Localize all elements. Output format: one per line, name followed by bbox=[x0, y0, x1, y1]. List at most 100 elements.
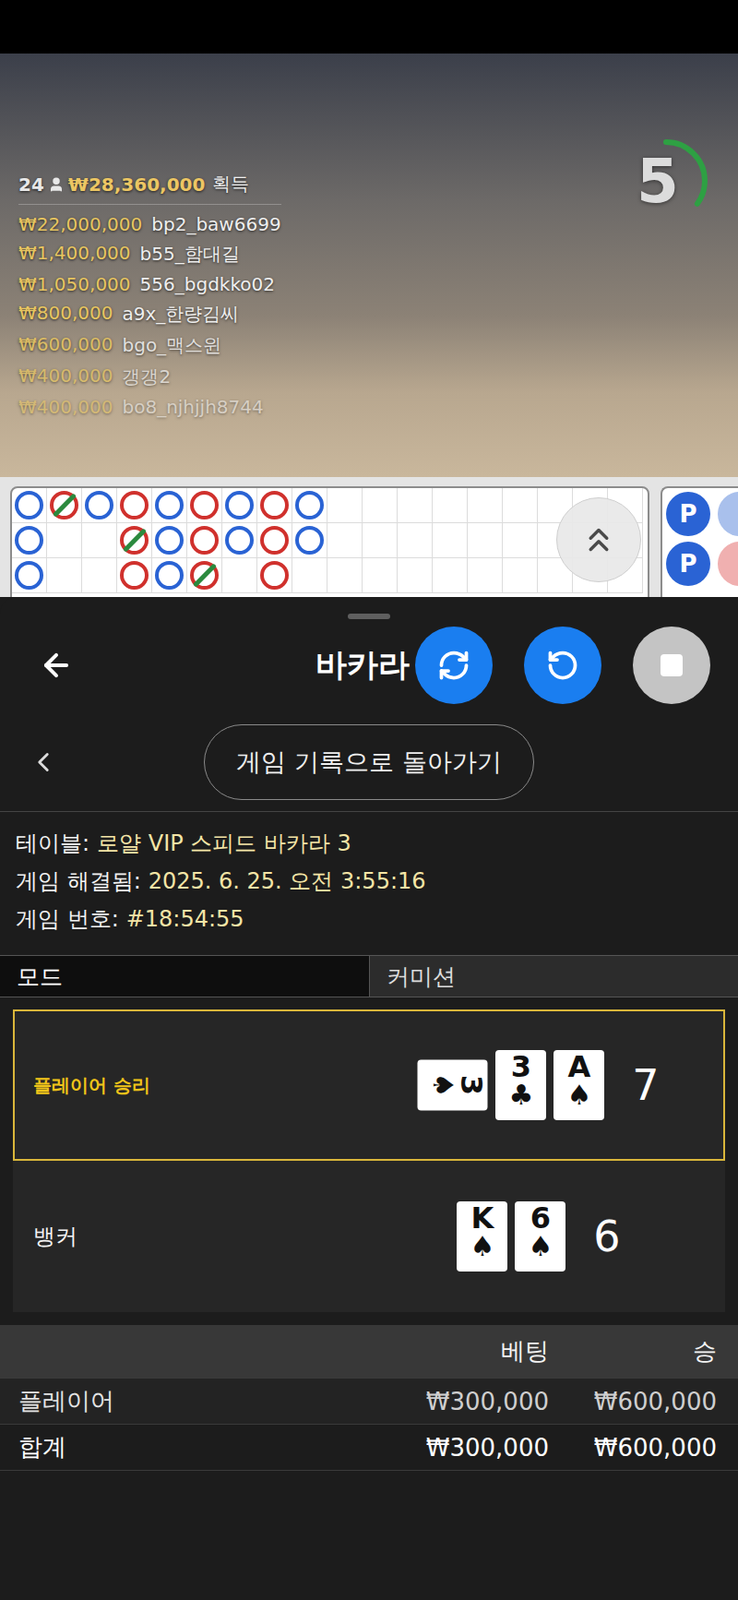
win-amount: ₩600,000 bbox=[548, 1387, 717, 1416]
back-to-history-button[interactable]: 게임 기록으로 돌아가기 bbox=[203, 724, 534, 800]
sheet-header: 바카라 bbox=[0, 624, 738, 706]
expand-button[interactable] bbox=[556, 497, 642, 583]
bead-marker bbox=[14, 490, 44, 520]
winner-name: 갱갱2 bbox=[121, 364, 171, 390]
bead-marker bbox=[225, 490, 254, 520]
side-road-dot: P bbox=[666, 541, 711, 586]
bet-name: 합계 bbox=[18, 1430, 365, 1464]
bead-cell bbox=[187, 523, 223, 559]
bead-cell bbox=[467, 488, 503, 524]
bead-cell bbox=[292, 558, 328, 594]
bead-cell bbox=[432, 523, 468, 559]
result-card: 플레이어 승리3♠3♣A♠7뱅커K♠6♠6 bbox=[12, 1009, 726, 1312]
playing-card: 3♣ bbox=[495, 1049, 547, 1120]
winner-row: ₩800,000a9x_한량김씨 bbox=[18, 301, 282, 327]
bead-marker bbox=[154, 560, 184, 590]
info-label: 게임 번호: bbox=[15, 905, 120, 932]
bead-cell bbox=[11, 488, 48, 524]
card-rank: 6 bbox=[530, 1202, 551, 1233]
person-icon bbox=[47, 176, 65, 193]
bead-cell bbox=[432, 558, 468, 594]
bead-cell bbox=[502, 488, 538, 524]
replay-button[interactable] bbox=[523, 626, 602, 704]
player-count: 24 bbox=[18, 173, 45, 196]
playing-card: 6♠ bbox=[514, 1201, 566, 1272]
info-label: 게임 해결됨: bbox=[15, 868, 142, 894]
rotate-button[interactable] bbox=[415, 626, 493, 704]
bead-marker bbox=[119, 560, 149, 590]
scoreboard: PP bbox=[0, 476, 738, 597]
back-arrow-icon[interactable] bbox=[38, 647, 74, 683]
bead-marker bbox=[295, 490, 324, 520]
bet-name: 플레이어 bbox=[18, 1384, 365, 1417]
info-value: #18:54:55 bbox=[126, 905, 245, 932]
bead-cell bbox=[82, 488, 118, 524]
bead-cell bbox=[152, 488, 188, 524]
tab[interactable]: 커미션 bbox=[369, 955, 738, 997]
hand-score: 7 bbox=[631, 1059, 659, 1110]
bet-row: 플레이어₩300,000₩600,000 bbox=[0, 1378, 738, 1425]
chevron-left-icon[interactable] bbox=[27, 746, 60, 778]
bead-cell bbox=[502, 523, 538, 559]
countdown-timer: 5 bbox=[619, 134, 713, 227]
cards-row: 3♠3♣A♠ bbox=[417, 1049, 605, 1120]
winner-name: a9x_한량김씨 bbox=[121, 301, 239, 327]
winner-row: ₩22,000,000bp2_baw6699 bbox=[18, 213, 282, 236]
bet-amount: ₩300,000 bbox=[364, 1387, 549, 1416]
playing-card: K♠ bbox=[456, 1201, 508, 1272]
bead-marker bbox=[190, 490, 219, 520]
replay-icon bbox=[546, 648, 580, 682]
hand-cards-group: 3♠3♣A♠7 bbox=[354, 1049, 724, 1120]
sheet-handle[interactable] bbox=[347, 613, 391, 619]
hand-label: 뱅커 bbox=[14, 1221, 355, 1251]
winner-row: ₩400,000bo8_njhjjh8744 bbox=[18, 395, 282, 418]
card-suit: ♠ bbox=[469, 1232, 495, 1261]
playing-card: A♠ bbox=[553, 1049, 605, 1120]
winner-name: bgo_맥스윈 bbox=[121, 333, 222, 358]
side-road: PP bbox=[660, 486, 738, 597]
card-rank: A bbox=[567, 1051, 591, 1082]
bead-marker bbox=[14, 525, 44, 555]
bead-cell bbox=[257, 488, 293, 524]
winner-row: ₩400,000갱갱2 bbox=[18, 364, 282, 390]
winners-overlay: 24 ₩28,360,000 획득 ₩22,000,000bp2_baw6699 ₩1,… bbox=[18, 171, 282, 418]
bead-marker bbox=[190, 525, 219, 555]
bead-cell bbox=[257, 558, 293, 594]
bead-cell bbox=[222, 523, 258, 559]
bead-cell bbox=[47, 558, 83, 594]
bead-cell bbox=[187, 488, 223, 524]
bead-road bbox=[10, 486, 650, 597]
bead-cell bbox=[397, 558, 433, 594]
card-suit: ♣ bbox=[508, 1081, 534, 1109]
bet-row: 합계₩300,000₩600,000 bbox=[0, 1424, 738, 1471]
tie-slash bbox=[122, 527, 147, 552]
bead-cell bbox=[222, 488, 258, 524]
winner-amount: ₩600,000 bbox=[18, 333, 113, 358]
bead-cell bbox=[117, 488, 153, 524]
rotate-icon bbox=[437, 648, 471, 682]
total-amount: ₩28,360,000 bbox=[68, 173, 206, 196]
bead-marker bbox=[295, 525, 324, 555]
bead-cell bbox=[117, 523, 153, 559]
countdown-number: 5 bbox=[636, 145, 679, 217]
game-info: 테이블:로얄 VIP 스피드 바카라 3게임 해결됨:2025. 6. 25. … bbox=[0, 811, 738, 955]
side-road-dot: P bbox=[666, 491, 711, 536]
live-video: 24 ₩28,360,000 획득 ₩22,000,000bp2_baw6699 ₩1,… bbox=[0, 53, 738, 477]
bead-cell bbox=[362, 523, 398, 559]
bead-cell bbox=[152, 523, 188, 559]
info-line: 테이블:로얄 VIP 스피드 바카라 3 bbox=[15, 824, 723, 863]
bead-cell bbox=[502, 558, 538, 594]
bead-marker bbox=[190, 560, 219, 590]
cards-row: K♠6♠ bbox=[456, 1201, 566, 1272]
tab[interactable]: 모드 bbox=[0, 955, 369, 997]
total-label: 획득 bbox=[212, 171, 250, 197]
bead-cell bbox=[327, 488, 363, 524]
stop-button[interactable] bbox=[632, 626, 711, 704]
hand-score: 6 bbox=[593, 1211, 620, 1262]
tie-slash bbox=[192, 562, 217, 587]
playing-card: 3♠ bbox=[417, 1059, 489, 1111]
history-sheet: 바카라게임 기록으로 돌아가기테이블:로얄 VIP 스피드 바카라 3 게임 해결… bbox=[0, 596, 738, 1600]
winner-row: ₩1,400,000b55_함대길 bbox=[18, 241, 282, 267]
total-win-line: 24 ₩28,360,000 획득 bbox=[18, 171, 282, 205]
card-rank: 3 bbox=[456, 1074, 487, 1096]
